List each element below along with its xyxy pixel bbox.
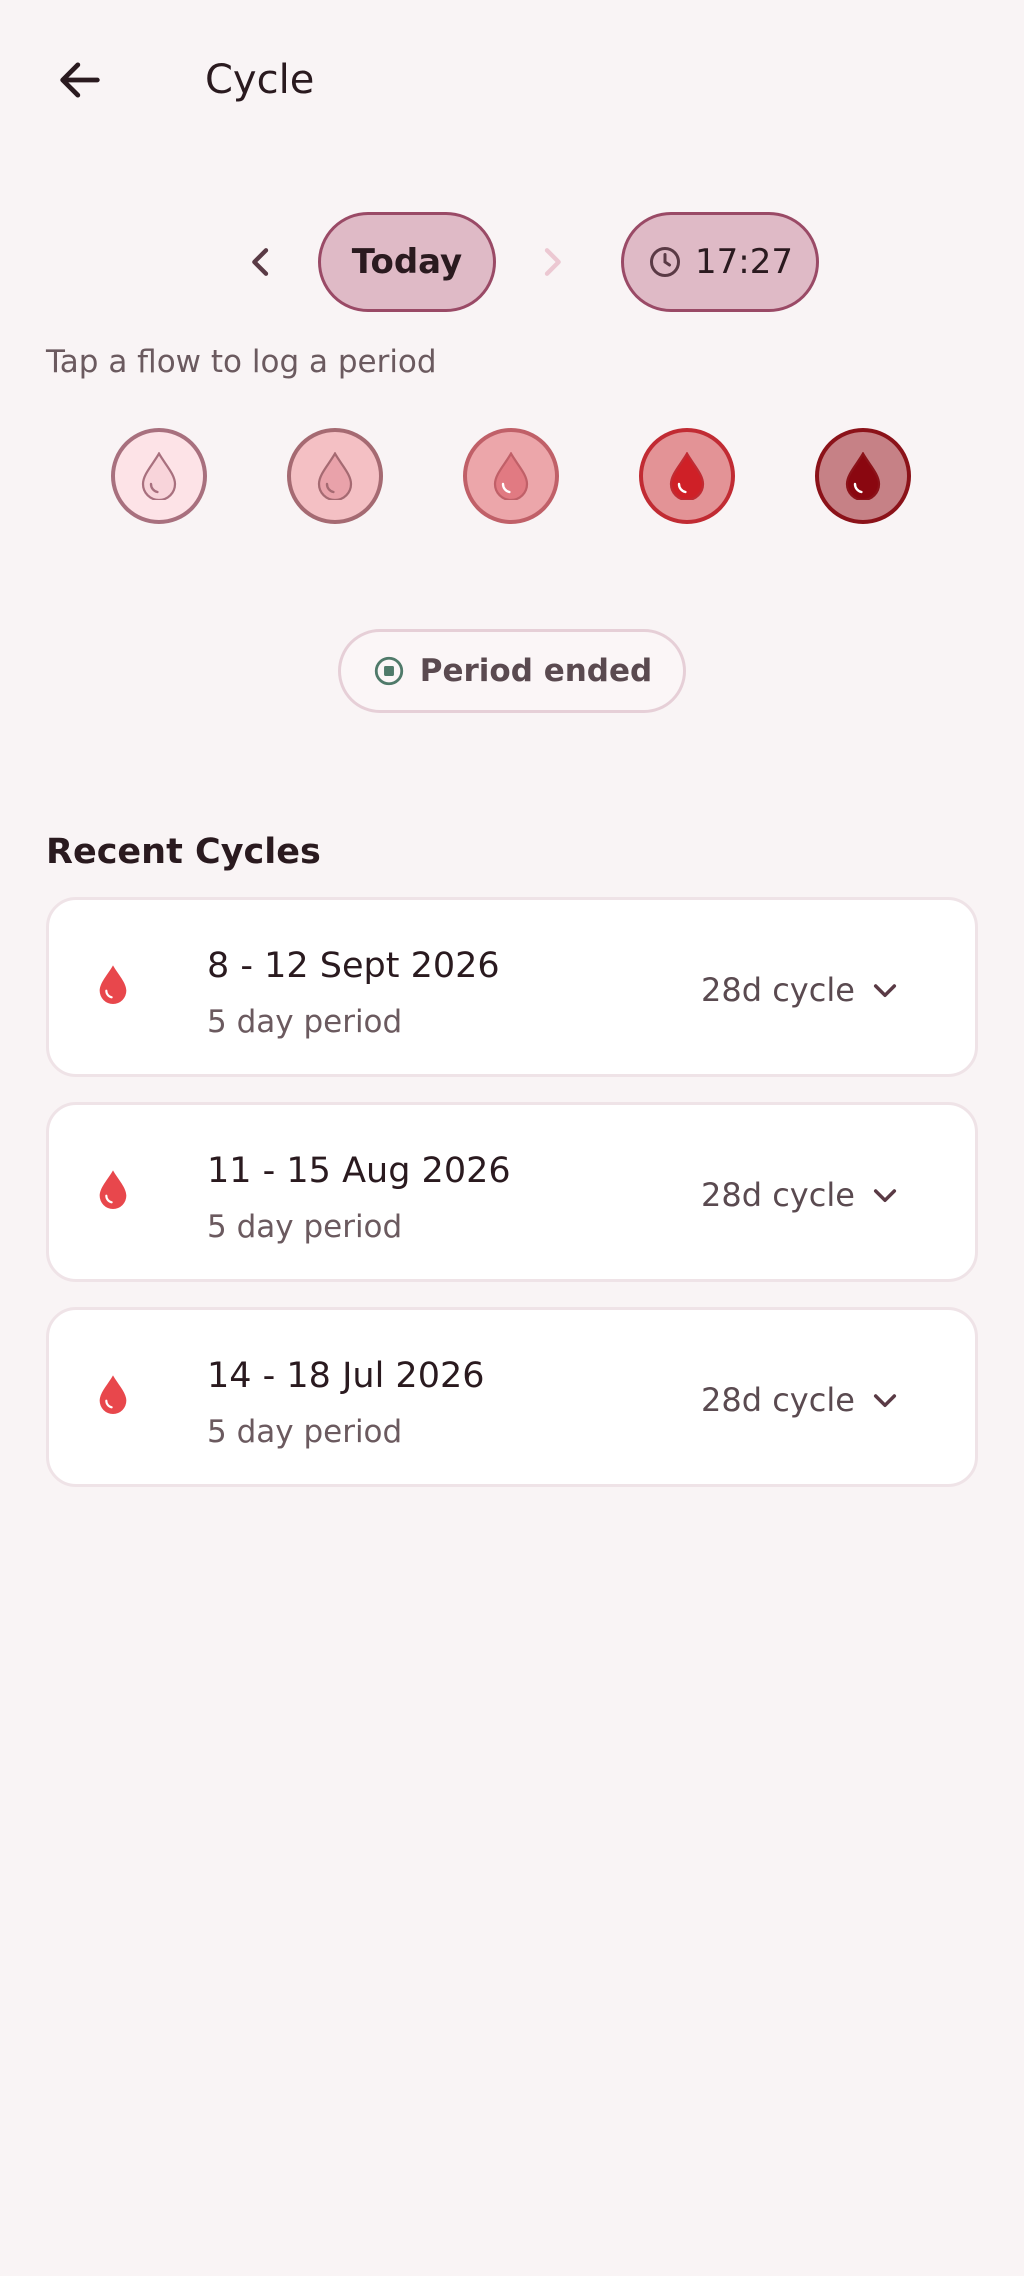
stop-circle-icon bbox=[374, 656, 403, 686]
cycle-date-range: 8 - 12 Sept 2026 bbox=[207, 946, 500, 986]
period-ended-button[interactable]: Period ended bbox=[338, 629, 686, 713]
previous-day-button[interactable] bbox=[229, 230, 293, 294]
date-selector-button[interactable]: Today bbox=[318, 212, 496, 312]
time-selector-button[interactable]: 17:27 bbox=[621, 212, 819, 312]
blood-drop-icon bbox=[493, 452, 529, 500]
page-title: Cycle bbox=[205, 57, 315, 103]
arrow-left-icon bbox=[60, 62, 100, 98]
cycle-length: 28d cycle bbox=[701, 1176, 855, 1214]
time-label: 17:27 bbox=[695, 242, 793, 282]
cycle-card[interactable]: 8 - 12 Sept 2026 5 day period 28d cycle bbox=[46, 897, 978, 1077]
blood-drop-icon bbox=[141, 452, 177, 500]
cycle-card[interactable]: 14 - 18 Jul 2026 5 day period 28d cycle bbox=[46, 1307, 978, 1487]
back-button[interactable] bbox=[40, 40, 120, 120]
cycle-card[interactable]: 11 - 15 Aug 2026 5 day period 28d cycle bbox=[46, 1102, 978, 1282]
flow-light-button[interactable] bbox=[287, 428, 383, 524]
cycle-length: 28d cycle bbox=[701, 971, 855, 1009]
chevron-down-icon[interactable] bbox=[869, 1179, 901, 1211]
cycle-date-range: 11 - 15 Aug 2026 bbox=[207, 1151, 511, 1191]
blood-drop-icon bbox=[99, 965, 127, 1004]
flow-spotting-button[interactable] bbox=[111, 428, 207, 524]
next-day-button bbox=[520, 230, 584, 294]
period-length: 5 day period bbox=[207, 1414, 403, 1450]
chevron-down-icon[interactable] bbox=[869, 974, 901, 1006]
chevron-right-icon bbox=[544, 248, 561, 276]
flow-very-heavy-button[interactable] bbox=[815, 428, 911, 524]
flow-heavy-button[interactable] bbox=[639, 428, 735, 524]
chevron-down-icon[interactable] bbox=[869, 1384, 901, 1416]
chevron-left-icon bbox=[252, 248, 269, 276]
blood-drop-icon bbox=[845, 452, 881, 500]
clock-icon bbox=[650, 247, 680, 277]
date-label: Today bbox=[351, 242, 463, 282]
flow-medium-button[interactable] bbox=[463, 428, 559, 524]
period-ended-label: Period ended bbox=[419, 653, 653, 689]
recent-cycles-heading: Recent Cycles bbox=[46, 832, 321, 872]
blood-drop-icon bbox=[669, 452, 705, 500]
cycle-length: 28d cycle bbox=[701, 1381, 855, 1419]
flow-hint: Tap a flow to log a period bbox=[46, 344, 437, 380]
period-length: 5 day period bbox=[207, 1209, 403, 1245]
cycle-date-range: 14 - 18 Jul 2026 bbox=[207, 1356, 485, 1396]
blood-drop-icon bbox=[99, 1170, 127, 1209]
blood-drop-icon bbox=[317, 452, 353, 500]
blood-drop-icon bbox=[99, 1375, 127, 1414]
period-length: 5 day period bbox=[207, 1004, 403, 1040]
